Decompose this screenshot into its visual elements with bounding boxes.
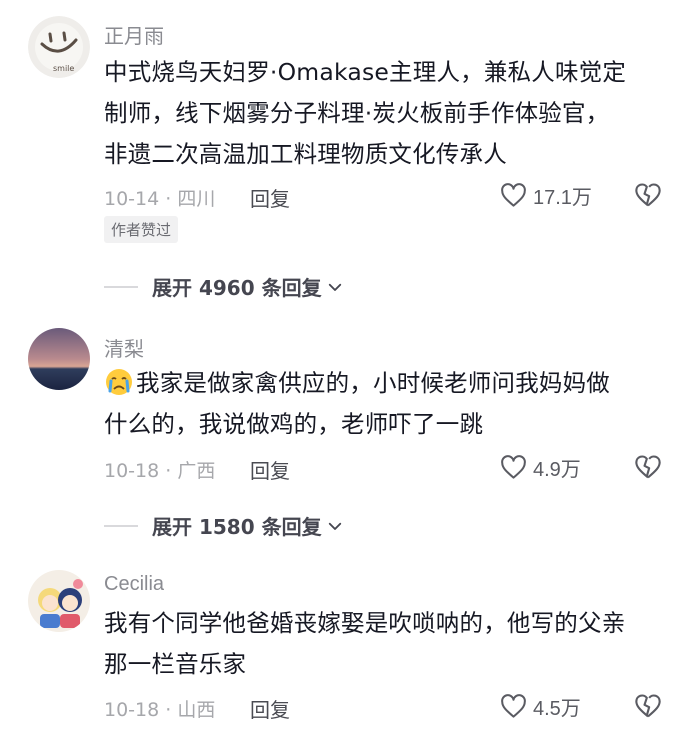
comment-text: 中式烧鸟天妇罗·Omakase主理人，兼私人味觉定 制师，线下烟雾分子料理·炭火… — [104, 52, 669, 175]
username[interactable]: 清梨 — [104, 333, 144, 362]
crying-face-emoji-icon — [106, 369, 132, 395]
chevron-down-icon — [328, 522, 341, 530]
broken-heart-icon[interactable] — [634, 692, 662, 720]
divider-line — [104, 524, 138, 527]
sunset-avatar-image — [28, 328, 90, 390]
username[interactable]: Cecilia — [104, 573, 164, 596]
like-button[interactable]: 4.5万 — [500, 691, 581, 721]
avatar[interactable]: smile — [28, 16, 90, 78]
like-count: 4.5万 — [533, 697, 581, 720]
comment-text-line: 制师，线下烟雾分子料理·炭火板前手作体验官， — [104, 99, 610, 127]
comment-item: smile 正月雨 中式烧鸟天妇罗·Omakase主理人，兼私人味觉定 制师，线… — [0, 0, 690, 300]
comment-text: 我家是做家禽供应的，小时候老师问我妈妈做 什么的，我说做鸡的，老师吓了一跳 — [104, 363, 669, 445]
comment-text-line: 什么的，我说做鸡的，老师吓了一跳 — [104, 410, 484, 438]
author-liked-badge: 作者赞过 — [104, 216, 179, 243]
date-location: 10-18 · 广西 — [104, 460, 216, 482]
chevron-down-icon — [328, 283, 341, 291]
comment-text-line: 我有个同学他爸婚丧嫁娶是吹唢呐的，他写的父亲 — [104, 609, 626, 637]
heart-icon — [501, 182, 526, 207]
comment-text: 我有个同学他爸婚丧嫁娶是吹唢呐的，他写的父亲 那一栏音乐家 — [104, 603, 669, 685]
expand-replies-label: 展开 4960 条回复 — [152, 276, 322, 300]
avatar[interactable] — [28, 570, 90, 632]
comment-text-line: 我家是做家禽供应的，小时候老师问我妈妈做 — [104, 363, 669, 404]
comment-text-line: 中式烧鸟天妇罗·Omakase主理人，兼私人味觉定 — [104, 58, 627, 86]
heart-icon — [501, 454, 526, 479]
username[interactable]: 正月雨 — [104, 20, 164, 49]
expand-replies-button[interactable]: 展开 1580 条回复 — [104, 511, 344, 540]
smiley-avatar-image: smile — [28, 16, 90, 78]
reply-button[interactable]: 回复 — [250, 455, 290, 484]
broken-heart-icon[interactable] — [634, 181, 662, 209]
expand-replies-label: 展开 1580 条回复 — [152, 515, 322, 539]
broken-heart-icon[interactable] — [634, 453, 662, 481]
expand-replies-button[interactable]: 展开 4960 条回复 — [104, 272, 344, 301]
like-count: 17.1万 — [533, 186, 592, 209]
divider-line — [104, 285, 138, 288]
like-button[interactable]: 17.1万 — [500, 180, 592, 210]
svg-text:smile: smile — [53, 64, 74, 73]
like-button[interactable]: 4.9万 — [500, 452, 581, 482]
heart-icon — [501, 693, 526, 718]
reply-button[interactable]: 回复 — [250, 694, 290, 723]
anime-avatar-image — [28, 570, 90, 632]
avatar[interactable] — [28, 328, 90, 390]
comment-text-line-content: 我家是做家禽供应的，小时候老师问我妈妈做 — [136, 369, 610, 397]
comment-text-line: 非遗二次高温加工料理物质文化传承人 — [104, 140, 507, 168]
like-count: 4.9万 — [533, 458, 581, 481]
comment-text-line: 那一栏音乐家 — [104, 650, 247, 678]
date-location: 10-14 · 四川 — [104, 188, 216, 210]
reply-button[interactable]: 回复 — [250, 183, 290, 212]
date-location: 10-18 · 山西 — [104, 699, 216, 721]
